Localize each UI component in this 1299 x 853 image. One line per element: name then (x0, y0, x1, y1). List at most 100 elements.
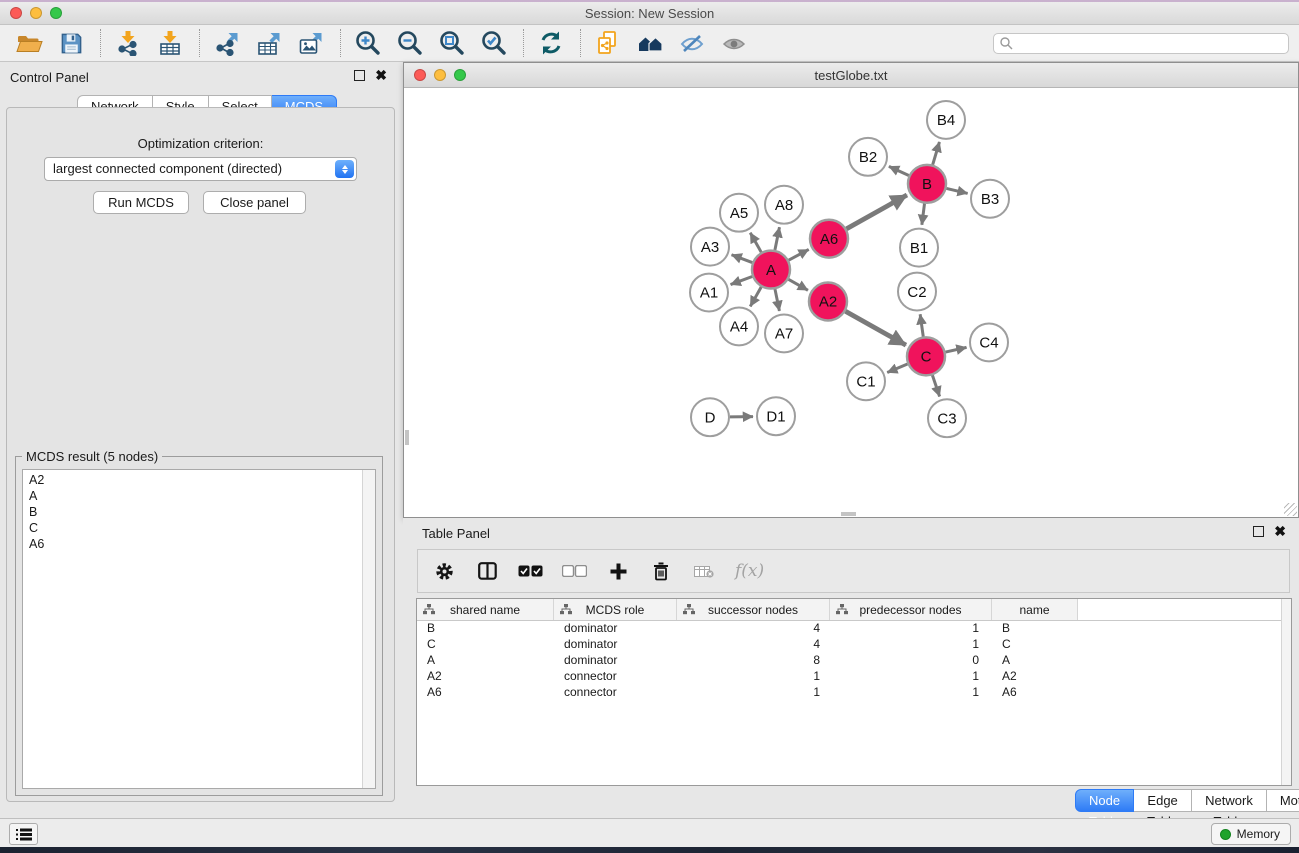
float-panel-icon[interactable] (354, 70, 365, 81)
import-network-button[interactable] (111, 28, 145, 58)
graph-edge-C-C3[interactable] (932, 375, 939, 396)
import-table-button[interactable] (153, 28, 187, 58)
function-builder-button[interactable]: f(x) (735, 561, 764, 581)
graph-node-label-A6: A6 (820, 231, 838, 248)
memory-button[interactable]: Memory (1211, 823, 1291, 845)
graph-edge-A-A7[interactable] (775, 289, 779, 311)
apply-preferred-layout-button[interactable] (534, 28, 568, 58)
export-image-button[interactable] (294, 28, 328, 58)
show-columns-button[interactable] (475, 562, 499, 580)
graph-edge-A-A8[interactable] (775, 227, 780, 250)
select-all-icon (518, 565, 543, 577)
column-header-shared-name[interactable]: shared name (417, 599, 554, 620)
graph-edge-B-B2[interactable] (889, 166, 909, 175)
table-settings-button[interactable] (432, 562, 456, 581)
table-panel: Table Panel ✖ (403, 518, 1299, 818)
close-panel-button[interactable]: Close panel (203, 191, 306, 214)
canvas-horizontal-scroll-thumb[interactable] (841, 512, 856, 516)
graph-node-label-D: D (705, 409, 716, 426)
tab-motifs[interactable]: Motifs (1267, 789, 1299, 812)
graph-node-label-C1: C1 (856, 374, 875, 391)
canvas-vertical-scroll-thumb[interactable] (405, 430, 409, 445)
show-all-button[interactable] (717, 28, 751, 58)
export-table-button[interactable] (252, 28, 286, 58)
toolbar-separator (100, 29, 101, 57)
select-all-button[interactable] (518, 565, 543, 577)
result-list-scrollbar[interactable] (362, 470, 375, 788)
network-canvas[interactable]: B4B2BB3A8A5A6A3B1AA1C2A2A4A7C4CC1C3DD1 (404, 89, 1298, 517)
delete-table-button[interactable] (692, 564, 716, 578)
table-scrollbar[interactable] (1281, 599, 1291, 785)
zoom-in-button[interactable] (351, 28, 385, 58)
network-graph[interactable]: B4B2BB3A8A5A6A3B1AA1C2A2A4A7C4CC1C3DD1 (404, 89, 1298, 517)
tab-network-table[interactable]: Network Table (1192, 789, 1267, 812)
graph-edge-A-A4[interactable] (750, 287, 761, 306)
graph-node-label-A8: A8 (775, 197, 793, 214)
graph-edge-B-B4[interactable] (933, 142, 940, 165)
graph-node-label-A4: A4 (730, 319, 748, 336)
window-title: Session: New Session (0, 6, 1299, 21)
graph-edge-B-B3[interactable] (946, 188, 967, 193)
window-resize-grip[interactable] (1284, 503, 1297, 516)
open-session-button[interactable] (12, 28, 46, 58)
save-floppy-icon (59, 31, 84, 56)
network-window-titlebar[interactable]: testGlobe.txt (404, 63, 1298, 88)
new-network-from-selection-button[interactable] (591, 28, 625, 58)
zoom-out-button[interactable] (393, 28, 427, 58)
deselect-all-button[interactable] (562, 565, 587, 577)
graph-edge-C-C1[interactable] (887, 364, 907, 372)
workspace: Control Panel ✖ Network Style Select MCD… (0, 62, 1299, 818)
table-row[interactable]: A6connector 11 A6 (417, 685, 1281, 701)
add-column-button[interactable] (606, 563, 630, 580)
result-item[interactable]: C (23, 520, 361, 536)
tab-node-table[interactable]: Node Table (1075, 789, 1134, 812)
result-item[interactable]: A6 (23, 536, 361, 552)
graph-edge-C-C2[interactable] (920, 314, 923, 336)
column-header-successor-nodes[interactable]: successor nodes (677, 599, 830, 620)
table-row[interactable]: Cdominator 41 C (417, 637, 1281, 653)
result-item[interactable]: B (23, 504, 361, 520)
graph-edge-A-A2[interactable] (788, 279, 808, 290)
zoom-selected-button[interactable] (477, 28, 511, 58)
table-row[interactable]: A2connector 11 A2 (417, 669, 1281, 685)
graph-node-label-B1: B1 (910, 240, 928, 257)
show-eye-icon (721, 30, 747, 56)
zoom-fit-content-button[interactable] (435, 28, 469, 58)
close-panel-icon[interactable]: ✖ (375, 70, 387, 81)
graph-edge-A-A3[interactable] (732, 255, 753, 263)
mcds-result-list[interactable]: A2 A B C A6 (22, 469, 376, 789)
column-header-mcds-role[interactable]: MCDS role (554, 599, 677, 620)
graph-node-label-C3: C3 (937, 410, 956, 427)
delete-column-button[interactable] (649, 562, 673, 581)
float-panel-icon[interactable] (1253, 526, 1264, 537)
close-panel-icon[interactable]: ✖ (1274, 526, 1286, 537)
graph-edge-C-C4[interactable] (946, 347, 967, 352)
graph-edge-A-A5[interactable] (750, 233, 761, 252)
graph-edge-A6-B[interactable] (846, 195, 907, 229)
show-panels-button[interactable] (9, 823, 38, 845)
table-row[interactable]: Adominator 80 A (417, 653, 1281, 669)
graph-edge-A2-C[interactable] (845, 311, 906, 345)
first-neighbors-button[interactable] (633, 28, 667, 58)
tab-edge-table[interactable]: Edge Table (1134, 789, 1192, 812)
search-input[interactable] (1018, 36, 1282, 52)
column-header-predecessor-nodes[interactable]: predecessor nodes (830, 599, 992, 620)
hide-selected-button[interactable] (675, 28, 709, 58)
search-field[interactable] (993, 33, 1289, 54)
graph-node-label-B2: B2 (859, 149, 877, 166)
graph-edge-B-B1[interactable] (922, 204, 925, 225)
search-icon (1000, 37, 1013, 50)
result-item[interactable]: A (23, 488, 361, 504)
graph-edge-A-A1[interactable] (731, 277, 753, 285)
save-session-button[interactable] (54, 28, 88, 58)
column-header-name[interactable]: name (992, 599, 1078, 620)
table-row[interactable]: Bdominator 41 B (417, 621, 1281, 637)
toolbar-separator (340, 29, 341, 57)
export-network-button[interactable] (210, 28, 244, 58)
toolbar-separator (199, 29, 200, 57)
result-item[interactable]: A2 (23, 472, 361, 488)
optimization-criterion-select[interactable]: largest connected component (directed) (44, 157, 357, 181)
zoom-fit-icon (438, 29, 466, 57)
run-mcds-button[interactable]: Run MCDS (93, 191, 189, 214)
graph-edge-A-A6[interactable] (789, 249, 809, 260)
